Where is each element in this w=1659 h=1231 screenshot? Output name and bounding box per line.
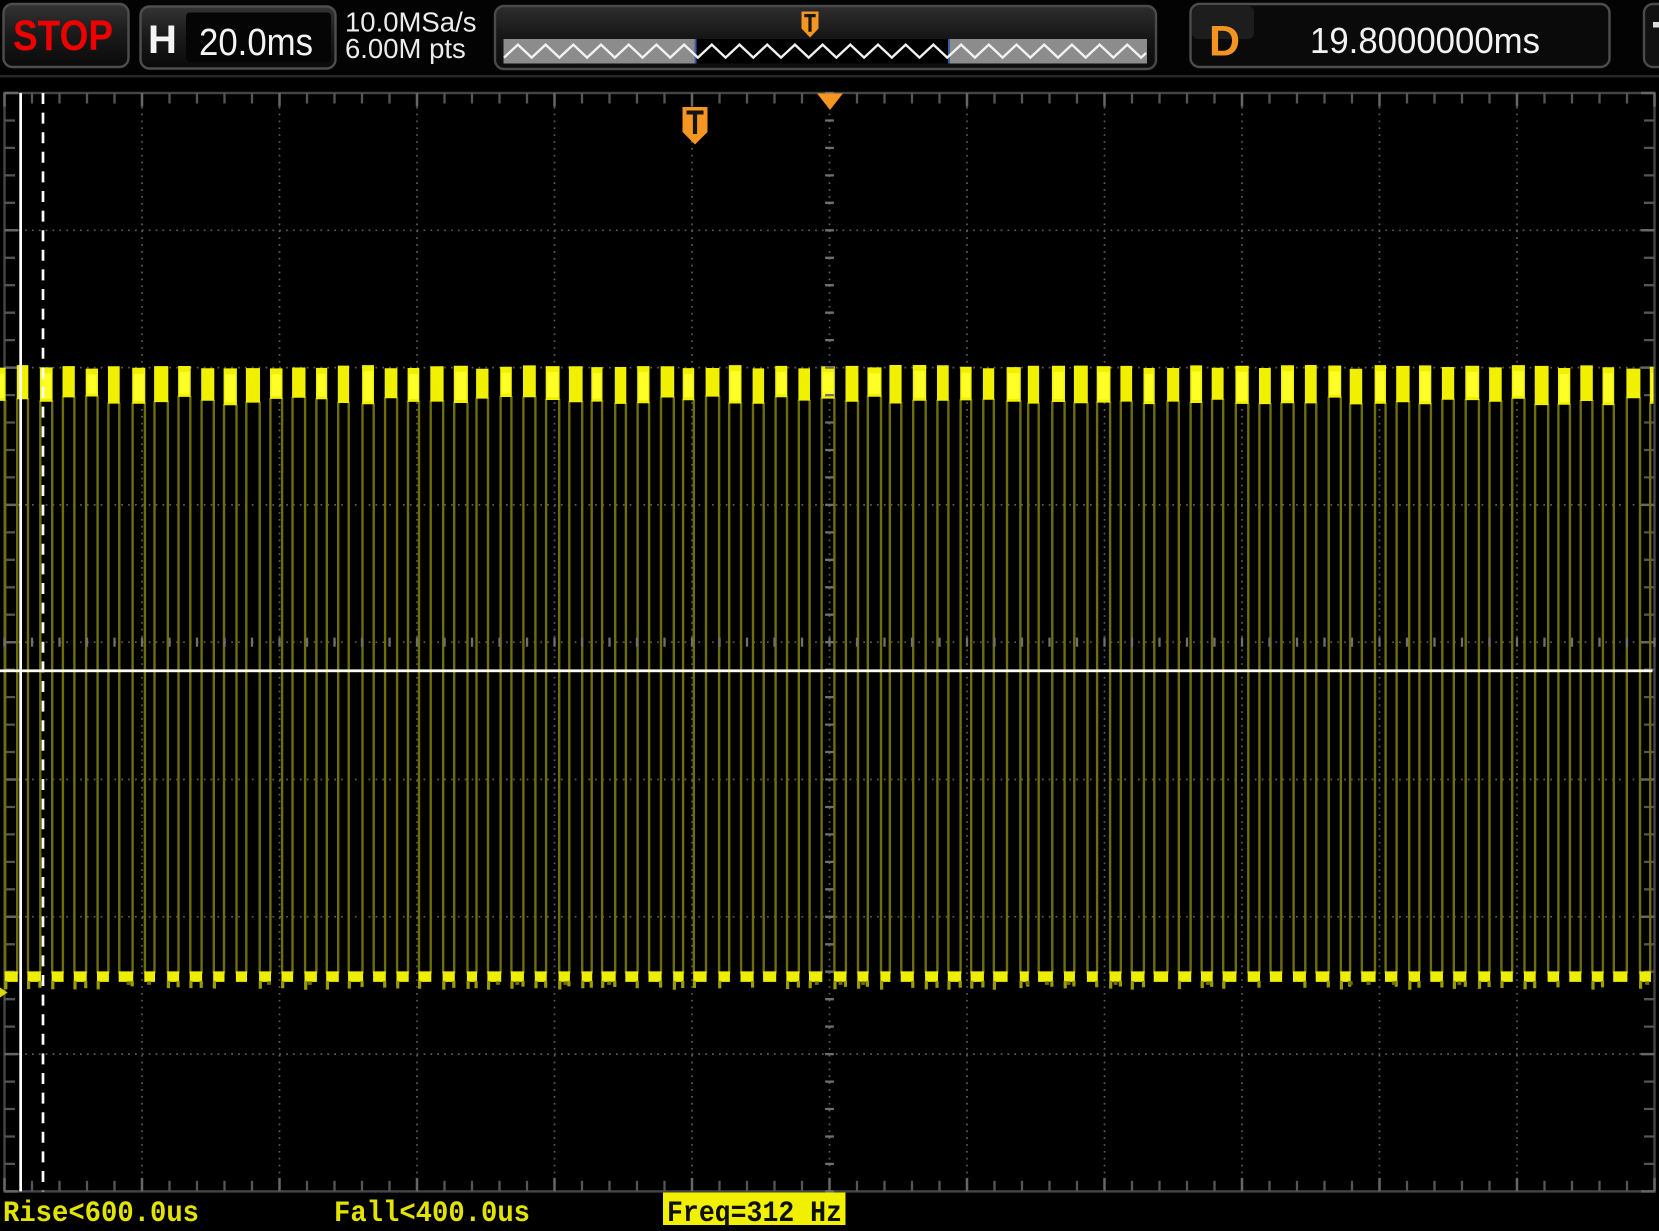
svg-text:20.0ms: 20.0ms [199,22,313,64]
svg-text:Freq=312 Hz: Freq=312 Hz [667,1197,842,1231]
svg-text:19.8000000ms: 19.8000000ms [1310,20,1540,61]
svg-text:D: D [1209,18,1240,66]
svg-text:6.00M pts: 6.00M pts [345,33,466,64]
svg-text:H: H [148,18,177,62]
svg-text:Rise<600.0us: Rise<600.0us [3,1197,199,1231]
svg-text:Fall<400.0us: Fall<400.0us [334,1197,530,1231]
svg-text:STOP: STOP [13,12,113,60]
